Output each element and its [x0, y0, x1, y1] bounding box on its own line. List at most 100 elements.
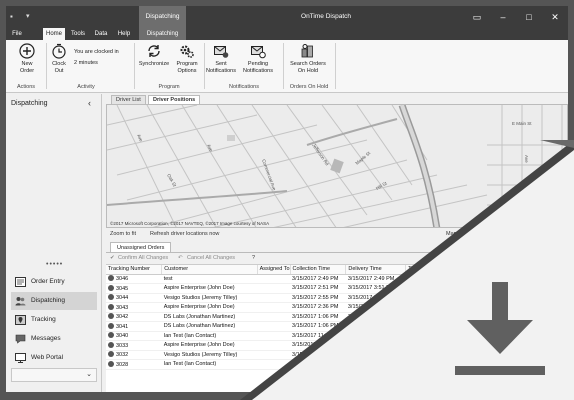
new-order-label: New Order: [19, 61, 35, 74]
pane-splitter-grip[interactable]: •••••: [46, 261, 63, 268]
order-status-icon: [108, 313, 114, 320]
group-program-label: Program: [158, 84, 180, 90]
table-cell: 3/15/2017 1:06 PM: [290, 312, 346, 322]
clock-icon: [52, 43, 66, 59]
nav-item-label: Tracking: [31, 316, 56, 323]
group-notifications-label: Notifications: [229, 84, 259, 90]
group-actions-label: Actions: [16, 84, 36, 90]
help-icon[interactable]: ?: [252, 255, 255, 261]
app-icon[interactable]: ▪: [10, 12, 13, 21]
cell-text: Aspire Enterprise (John Doe): [163, 342, 235, 349]
cell-text: 3/15/2017 2:51 PM: [292, 285, 339, 292]
street-label: Ave: [524, 155, 529, 163]
column-header[interactable]: T: [405, 265, 568, 275]
tab-home[interactable]: Home: [43, 28, 65, 40]
tab-driver-positions[interactable]: Driver Positions: [148, 95, 201, 104]
program-options-button[interactable]: Program Options: [172, 43, 202, 74]
nav-item-messages[interactable]: Messages: [11, 330, 97, 348]
sent-notifications-button[interactable]: Sent Notifications: [205, 43, 237, 74]
pending-notifications-button[interactable]: Pending Notifications: [239, 43, 277, 74]
ribbon-tabs: File Home Tools Data Help Dispatching: [6, 28, 568, 40]
table-cell: [257, 283, 291, 294]
restore-ribbon-icon[interactable]: ▭: [464, 6, 490, 28]
close-button[interactable]: ✕: [542, 6, 568, 28]
confirm-all-changes-button[interactable]: Confirm All Changes: [118, 255, 168, 261]
cancel-all-changes-button[interactable]: Cancel All Changes: [187, 255, 235, 261]
tab-dispatching[interactable]: Dispatching: [139, 28, 186, 40]
quick-access-dropdown-icon[interactable]: ▾: [26, 12, 30, 20]
table-cell: DS Labs (Jonathan Martinez): [161, 312, 258, 322]
table-cell: 3041: [106, 321, 162, 332]
cell-text: 3/15/2017 10:55 AM: [347, 342, 398, 349]
cell-text: Aspire Enterprise (John Doe): [163, 285, 235, 292]
table-cell: 3042: [106, 312, 162, 322]
sync-icon: [148, 45, 160, 57]
group-activity-label: Activity: [77, 84, 95, 90]
column-header[interactable]: Assigned To: [257, 265, 291, 275]
clock-status: You are clocked in 2 minutes: [74, 47, 119, 69]
maximize-button[interactable]: □: [516, 6, 542, 28]
column-header[interactable]: Delivery Time: [345, 265, 407, 275]
table-cell: Ian Test (Ian Contact): [161, 359, 258, 370]
program-options-label: Program Options: [176, 61, 198, 74]
order-status-icon: [108, 360, 114, 367]
tab-data[interactable]: Data: [91, 28, 111, 40]
tab-file[interactable]: File: [6, 28, 28, 40]
table-cell: [257, 340, 291, 351]
clock-status-line2: 2 minutes: [74, 60, 98, 66]
download-icon[interactable]: [455, 282, 545, 382]
column-header[interactable]: Tracking Number: [106, 265, 163, 275]
new-order-button[interactable]: New Order: [12, 43, 42, 74]
table-cell: 3/15/2017 12:52 PM: [345, 331, 406, 341]
cell-text: 3/15/2017 2:36 PM: [292, 304, 339, 311]
street-label: Ave: [544, 175, 549, 183]
column-header[interactable]: Collection Time: [290, 265, 347, 275]
screenshot-frame: ▪ ▾ Dispatching OnTime Dispatch ▭ – □ ✕ …: [0, 0, 574, 400]
nav-overflow-button[interactable]: ⌄: [11, 368, 97, 382]
synchronize-button[interactable]: Synchronize: [136, 43, 172, 68]
column-header[interactable]: Customer: [161, 265, 258, 275]
table-cell: 3/15/2017 2:55 PM: [290, 293, 346, 303]
order-status-icon: [108, 275, 114, 282]
search-orders-on-hold-button[interactable]: Search Orders On Hold: [285, 43, 331, 74]
dispatching-icon: [15, 297, 26, 306]
map-view[interactable]: E Main St Commercial Ave Jefferson Rd Ma…: [106, 104, 568, 228]
table-cell: 3028: [106, 359, 162, 370]
table-cell: 3045: [106, 283, 162, 294]
confirm-check-icon: ✔: [110, 255, 115, 261]
pending-notifications-label: Pending Notifications: [243, 61, 273, 74]
order-status-icon: [108, 332, 114, 339]
cell-text: 3/15/2017 10:55 AM: [292, 342, 342, 349]
plus-circle-icon: [19, 43, 35, 59]
synchronize-label: Synchronize: [138, 61, 170, 67]
nav-item-label: Web Portal: [31, 354, 64, 361]
minimize-button[interactable]: –: [490, 6, 516, 28]
collapse-pane-icon[interactable]: ‹: [88, 98, 91, 108]
table-cell: 3/15/2017 1:06 PM: [345, 359, 406, 370]
nav-item-order-entry[interactable]: Order Entry: [11, 273, 97, 291]
nav-item-label: Order Entry: [31, 278, 65, 285]
refresh-locations-button[interactable]: Refresh driver locations now: [150, 228, 219, 240]
tab-driver-list[interactable]: Driver List: [111, 95, 146, 104]
tab-tools[interactable]: Tools: [67, 28, 89, 40]
nav-item-dispatching[interactable]: Dispatching: [11, 292, 97, 310]
nav-title: Dispatching: [11, 100, 48, 107]
cell-text: 3043: [116, 304, 129, 311]
nav-item-tracking[interactable]: Tracking: [11, 311, 97, 329]
group-orders-on-hold-label: Orders On Hold: [289, 84, 329, 90]
zoom-to-fit-button[interactable]: Zoom to fit: [110, 228, 136, 240]
cell-text: Vesigo Studios (Jeremy Tilley): [163, 294, 238, 301]
clock-out-button[interactable]: Clock Out: [48, 43, 70, 74]
pending-mail-icon: [251, 46, 266, 59]
nav-item-web-portal[interactable]: Web Portal: [11, 349, 97, 367]
ribbon-separator: [335, 43, 336, 89]
table-cell: [257, 274, 291, 284]
street-label: Ave: [504, 195, 509, 203]
tab-unassigned-orders[interactable]: Unassigned Orders: [110, 242, 172, 252]
map-corner-label: Man: [446, 231, 457, 237]
cell-text: 3/15/2017 10:52 AM: [347, 351, 398, 358]
cell-text: DS Labs (Jonathan Martinez): [163, 323, 236, 330]
cell-text: 3/15/2017 3:51 PM: [347, 285, 395, 292]
orders-toolbar: ✔ Confirm All Changes ↶ Cancel All Chang…: [106, 252, 568, 264]
tab-help[interactable]: Help: [114, 28, 134, 40]
